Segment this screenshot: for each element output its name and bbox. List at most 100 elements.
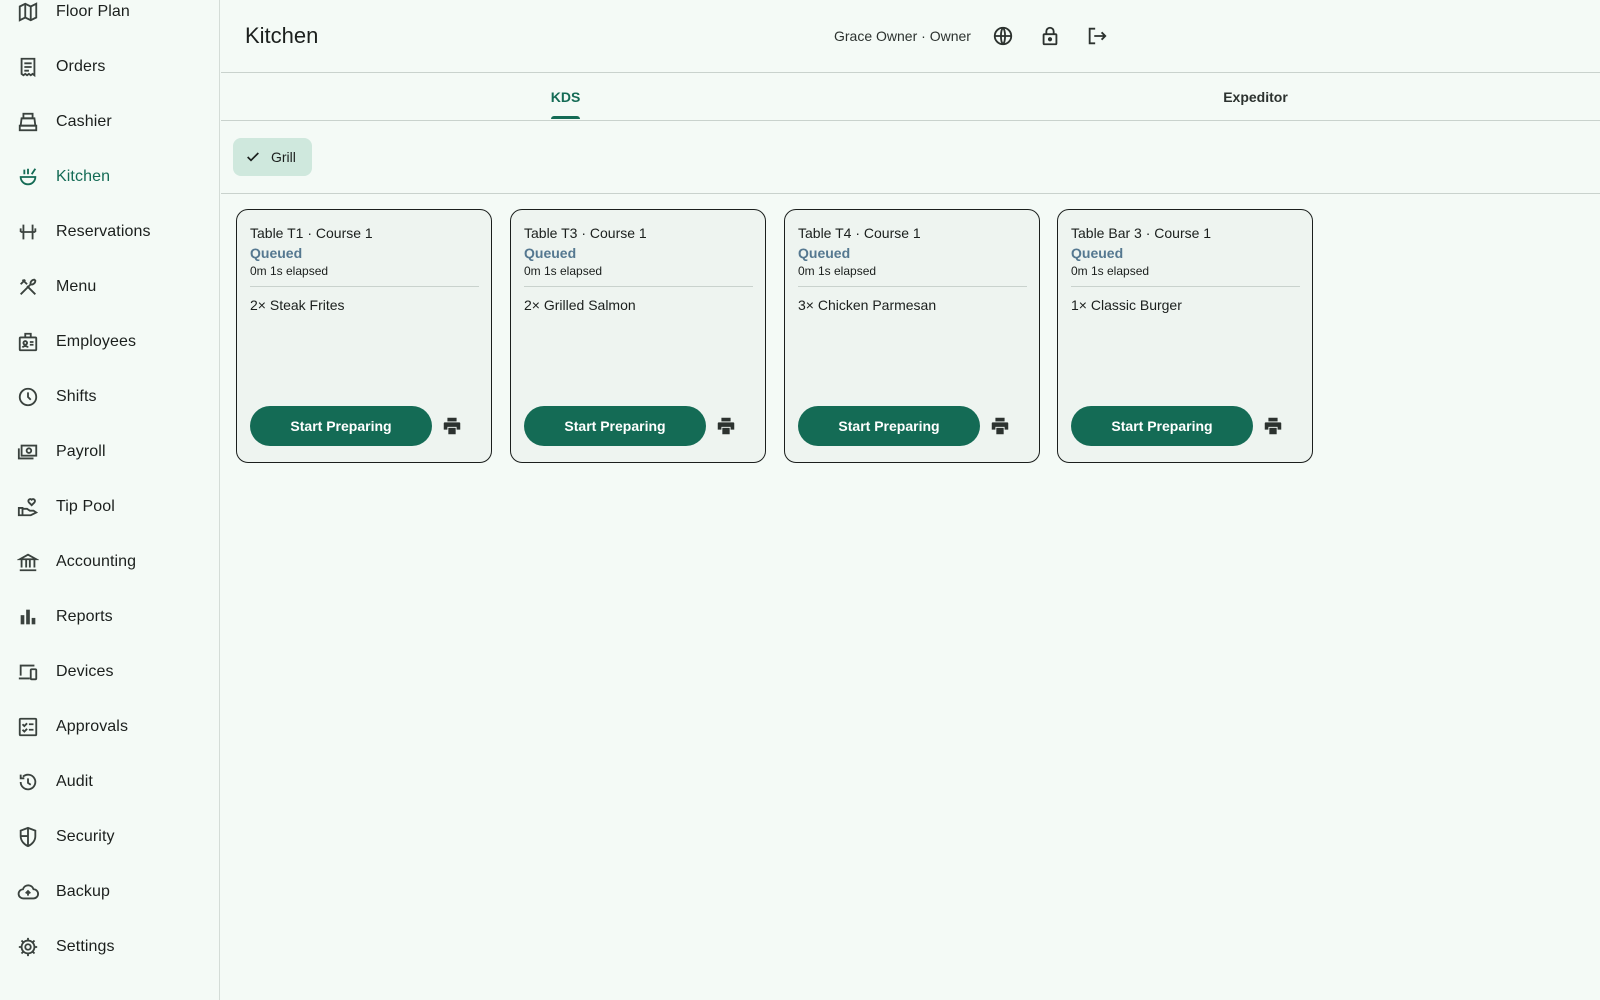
sidebar-item-devices[interactable]: Devices [0,648,220,696]
sidebar-item-reservations[interactable]: Reservations [0,208,220,256]
sidebar-item-employees[interactable]: Employees [0,318,220,366]
sidebar-item-backup[interactable]: Backup [0,868,220,916]
ticket-status: Queued [798,245,851,261]
order-ticket: Table T1 · Course 1 Queued 0m 1s elapsed… [236,209,492,463]
ticket-title: Table Bar 3 · Course 1 [1071,225,1212,241]
sidebar-item-label: Audit [56,773,93,790]
chip-label: Grill [271,149,296,165]
start-preparing-button[interactable]: Start Preparing [798,406,980,446]
printer-icon [441,415,463,437]
sidebar-item-floor-plan[interactable]: Floor Plan [0,0,220,36]
sidebar-item-label: Approvals [56,718,129,735]
order-ticket: Table T3 · Course 1 Queued 0m 1s elapsed… [510,209,766,463]
check-icon [245,149,271,165]
sidebar-item-label: Cashier [56,113,112,130]
shield-icon [16,825,40,849]
lock-button[interactable] [1036,22,1064,50]
ticket-title: Table T4 · Course 1 [798,225,921,241]
printer-icon [1262,415,1284,437]
station-chip-grill[interactable]: Grill [233,138,312,176]
gear-icon [16,935,40,959]
top-bar: Kitchen Grace Owner · Owner [221,0,1600,73]
sidebar-item-label: Payroll [56,443,106,460]
divider [524,286,753,287]
bar-chart-icon [16,605,40,629]
view-tabs: KDS Expeditor [221,73,1600,121]
printer-icon [715,415,737,437]
language-button[interactable] [989,22,1017,50]
sidebar-item-label: Backup [56,883,110,900]
sidebar-item-label: Reports [56,608,113,625]
sidebar-item-payroll[interactable]: Payroll [0,428,220,476]
sidebar-item-accounting[interactable]: Accounting [0,538,220,586]
sidebar: Floor Plan Orders Cashier Kitchen Reserv… [0,0,220,1000]
tab-kds[interactable]: KDS [221,73,910,121]
sidebar-item-label: Reservations [56,223,151,240]
start-preparing-button[interactable]: Start Preparing [1071,406,1253,446]
soup-icon [16,165,40,189]
history-icon [16,770,40,794]
sidebar-item-kitchen[interactable]: Kitchen [0,153,220,201]
hand-heart-icon [16,495,40,519]
tab-label: KDS [550,75,580,119]
user-label: Grace Owner · Owner [834,28,971,44]
utensils-icon [16,275,40,299]
checklist-icon [16,715,40,739]
start-preparing-button[interactable]: Start Preparing [250,406,432,446]
sidebar-item-label: Accounting [56,553,137,570]
sidebar-item-label: Kitchen [56,168,111,185]
print-button[interactable] [1261,414,1285,438]
ticket-item: 3× Chicken Parmesan [798,297,937,313]
divider [798,286,1027,287]
sidebar-item-security[interactable]: Security [0,813,220,861]
ticket-elapsed: 0m 1s elapsed [524,264,603,278]
register-icon [16,110,40,134]
receipt-icon [16,55,40,79]
sidebar-item-settings[interactable]: Settings [0,923,220,971]
sidebar-item-label: Shifts [56,388,97,405]
printer-icon [989,415,1011,437]
lock-icon [1039,25,1061,47]
sidebar-item-orders[interactable]: Orders [0,43,220,91]
sidebar-item-tip-pool[interactable]: Tip Pool [0,483,220,531]
sidebar-item-menu[interactable]: Menu [0,263,220,311]
sidebar-item-audit[interactable]: Audit [0,758,220,806]
page-title: Kitchen [245,23,319,48]
sidebar-item-label: Floor Plan [56,3,130,20]
sidebar-item-cashier[interactable]: Cashier [0,98,220,146]
ticket-item: 2× Grilled Salmon [524,297,636,313]
print-button[interactable] [714,414,738,438]
start-preparing-button[interactable]: Start Preparing [524,406,706,446]
station-filter-bar: Grill [221,122,1600,194]
print-button[interactable] [440,414,464,438]
cloud-upload-icon [16,880,40,904]
ticket-status: Queued [524,245,577,261]
ticket-status: Queued [1071,245,1124,261]
ticket-title: Table T1 · Course 1 [250,225,373,241]
order-ticket: Table T4 · Course 1 Queued 0m 1s elapsed… [784,209,1040,463]
sidebar-item-approvals[interactable]: Approvals [0,703,220,751]
sidebar-item-label: Devices [56,663,114,680]
divider [250,286,479,287]
money-icon [16,440,40,464]
globe-icon [992,25,1014,47]
ticket-status: Queued [250,245,303,261]
map-icon [16,0,40,24]
sidebar-item-reports[interactable]: Reports [0,593,220,641]
ticket-item: 1× Classic Burger [1071,297,1182,313]
sidebar-item-label: Orders [56,58,106,75]
ticket-item: 2× Steak Frites [250,297,345,313]
print-button[interactable] [988,414,1012,438]
sidebar-item-label: Menu [56,278,97,295]
logout-button[interactable] [1083,22,1111,50]
order-ticket: Table Bar 3 · Course 1 Queued 0m 1s elap… [1057,209,1313,463]
sidebar-item-label: Employees [56,333,137,350]
ticket-title: Table T3 · Course 1 [524,225,647,241]
devices-icon [16,660,40,684]
logout-icon [1086,25,1108,47]
sidebar-item-label: Security [56,828,115,845]
sidebar-item-label: Tip Pool [56,498,115,515]
sidebar-item-shifts[interactable]: Shifts [0,373,220,421]
tab-expeditor[interactable]: Expeditor [911,73,1600,121]
clock-icon [16,385,40,409]
